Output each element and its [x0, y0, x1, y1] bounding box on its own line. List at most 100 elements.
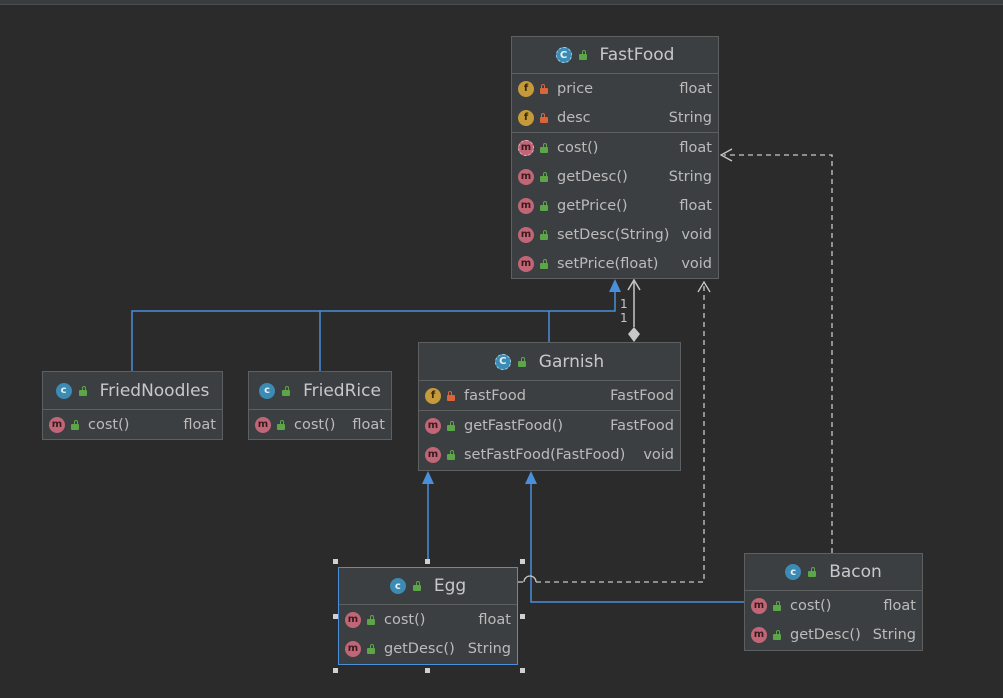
method-row-cost[interactable]: m cost() float [512, 133, 718, 162]
private-lock-icon [539, 83, 549, 94]
field-icon: f [518, 80, 534, 97]
resize-handle-top[interactable] [425, 559, 430, 564]
class-header: c Bacon [745, 554, 922, 591]
methods-section: m cost() float [249, 410, 391, 439]
method-row-cost[interactable]: m cost() float [339, 605, 517, 634]
fields-section: f price float f desc String [512, 74, 718, 133]
method-row-cost[interactable]: m cost() float [249, 410, 391, 439]
fields-section: f fastFood FastFood [419, 381, 680, 411]
aggregation-edge[interactable] [627, 278, 641, 327]
method-row-getfastfood[interactable]: m getFastFood() FastFood [419, 411, 680, 440]
field-type: FastFood [610, 387, 674, 404]
public-lock-icon [772, 600, 782, 611]
methods-section: m getFastFood() FastFood m setFastFood(F… [419, 411, 680, 469]
method-icon: m [751, 597, 767, 614]
class-icon: c [785, 564, 802, 580]
public-lock-icon [539, 142, 549, 153]
class-egg[interactable]: c Egg m cost() float m getDesc() String [338, 567, 518, 665]
multiplicity-lower: 1 [620, 311, 628, 325]
resize-handle-top-right[interactable] [520, 559, 525, 564]
class-fastfood[interactable]: C FastFood f price float f desc String m… [511, 36, 719, 279]
abstract-class-icon: C [494, 353, 511, 370]
method-type: void [643, 446, 674, 463]
method-type: float [478, 611, 511, 628]
class-name: FriedNoodles [99, 380, 210, 401]
method-row-setfastfood[interactable]: m setFastFood(FastFood) void [419, 440, 680, 469]
method-row-setprice[interactable]: m setPrice(float) void [512, 249, 718, 278]
method-name: setPrice(float) [557, 255, 659, 272]
class-bacon[interactable]: c Bacon m cost() float m getDesc() Strin… [744, 553, 923, 651]
field-row-price[interactable]: f price float [512, 74, 718, 103]
method-type: FastFood [610, 417, 674, 434]
method-name: cost() [790, 597, 832, 614]
method-name: getDesc() [557, 168, 628, 185]
method-icon: m [345, 640, 361, 657]
field-name: price [557, 80, 594, 97]
class-name: FriedRice [303, 380, 381, 401]
field-row-desc[interactable]: f desc String [512, 103, 718, 132]
methods-section: m cost() float [43, 410, 222, 439]
resize-handle-bottom[interactable] [425, 668, 430, 673]
method-name: getPrice() [557, 197, 628, 214]
field-type: String [668, 109, 712, 126]
class-icon: c [55, 382, 72, 399]
class-friedrice[interactable]: c FriedRice m cost() float [248, 371, 392, 440]
public-lock-icon [78, 385, 88, 396]
method-row-getdesc[interactable]: m getDesc() String [339, 634, 517, 663]
method-type: float [679, 139, 712, 156]
method-name: getDesc() [384, 640, 455, 657]
method-row-getdesc[interactable]: m getDesc() String [745, 620, 922, 649]
method-name: setFastFood(FastFood) [464, 446, 626, 463]
method-icon: m [49, 416, 65, 433]
method-name: cost() [294, 416, 336, 433]
method-icon: m [425, 446, 441, 463]
public-lock-icon [412, 581, 422, 591]
public-lock-icon [807, 567, 817, 577]
public-lock-icon [578, 50, 588, 60]
method-row-getprice[interactable]: m getPrice() float [512, 191, 718, 220]
method-icon: m [518, 255, 534, 272]
method-icon: m [518, 226, 534, 243]
field-name: fastFood [464, 387, 527, 404]
public-lock-icon [539, 229, 549, 240]
resize-handle-right[interactable] [520, 614, 525, 619]
inheritance-arrowhead-bacon [525, 471, 537, 484]
inheritance-arrowhead-egg [422, 471, 434, 484]
class-name: Bacon [829, 562, 882, 582]
class-name: Garnish [538, 351, 605, 372]
method-type: void [681, 226, 712, 243]
public-lock-icon [539, 171, 549, 182]
resize-handle-left[interactable] [333, 614, 338, 619]
inheritance-arrowhead-fastfood [609, 279, 621, 292]
public-lock-icon [276, 419, 286, 430]
class-header: c FriedRice [249, 372, 391, 410]
method-type: float [679, 197, 712, 214]
public-lock-icon [70, 419, 80, 430]
method-icon: m [518, 197, 534, 214]
method-type: String [467, 640, 511, 657]
method-row-setdesc[interactable]: m setDesc(String) void [512, 220, 718, 249]
method-row-cost[interactable]: m cost() float [43, 410, 222, 439]
method-row-cost[interactable]: m cost() float [745, 591, 922, 620]
method-type: float [883, 597, 916, 614]
method-type: String [668, 168, 712, 185]
aggregation-diamond [628, 327, 640, 342]
method-row-getdesc[interactable]: m getDesc() String [512, 162, 718, 191]
methods-section: m cost() float m getDesc() String [745, 591, 922, 649]
class-name: FastFood [599, 45, 675, 65]
class-header: c FriedNoodles [43, 372, 222, 410]
public-lock-icon [517, 356, 527, 367]
method-icon: m [255, 416, 271, 433]
class-friednoodles[interactable]: c FriedNoodles m cost() float [42, 371, 223, 440]
resize-handle-top-left[interactable] [333, 559, 338, 564]
field-name: desc [557, 109, 591, 126]
class-header: C Garnish [419, 343, 680, 381]
method-icon: m [345, 611, 361, 628]
resize-handle-bottom-left[interactable] [333, 668, 338, 673]
public-lock-icon [366, 643, 376, 654]
field-row-fastfood[interactable]: f fastFood FastFood [419, 381, 680, 410]
resize-handle-bottom-right[interactable] [520, 668, 525, 673]
public-lock-icon [366, 614, 376, 625]
class-garnish[interactable]: C Garnish f fastFood FastFood m getFastF… [418, 342, 681, 471]
class-icon: c [389, 578, 406, 594]
